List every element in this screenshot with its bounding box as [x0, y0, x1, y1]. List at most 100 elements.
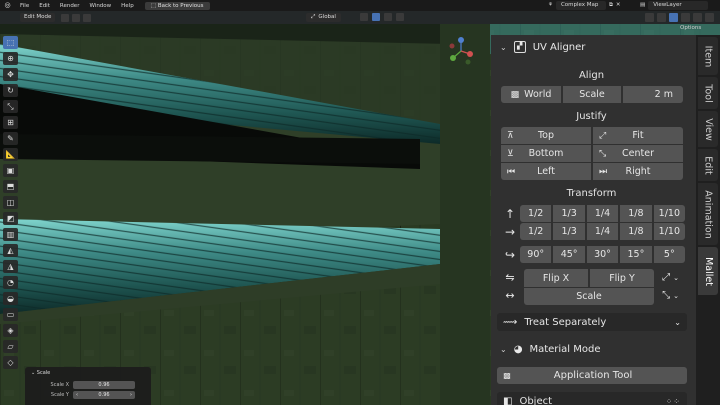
frac-up-button[interactable]: 1/2 [520, 205, 552, 222]
delete-scene-icon[interactable]: ✕ [616, 1, 621, 10]
menu-edit[interactable]: Edit [39, 3, 50, 9]
select-box-icon[interactable]: ⬚ [3, 36, 18, 49]
shrink-dropdown[interactable]: ⤡ ⌄ [656, 287, 685, 305]
scale-y-row: Scale Y ‹ 0.96 › [25, 390, 151, 399]
view-layer-selector[interactable]: ▤ ViewLayer [640, 1, 709, 10]
grid-dots-icon[interactable]: ⁘⁘ [666, 397, 681, 405]
tab-animation[interactable]: Animation [698, 183, 718, 245]
justify-center-button[interactable]: ⤡ Center [593, 145, 683, 162]
menu-window[interactable]: Window [89, 3, 111, 9]
rotation-button[interactable]: 5° [653, 246, 686, 263]
frac-right-button[interactable]: 1/3 [553, 223, 585, 240]
frac-up-button[interactable]: 1/10 [653, 205, 686, 222]
bevel-icon[interactable]: ◩ [3, 212, 18, 225]
edge-select-icon[interactable] [72, 13, 81, 22]
vertex-select-icon[interactable] [61, 13, 70, 22]
world-button[interactable]: ▩ World [501, 86, 561, 103]
rotation-button[interactable]: 90° [520, 246, 552, 263]
shear-icon[interactable]: ▱ [3, 340, 18, 353]
add-cube-icon[interactable]: ▣ [3, 164, 18, 177]
flip-y-button[interactable]: Flip Y [590, 269, 654, 287]
pivot-icon[interactable] [360, 13, 368, 21]
view-layer-field[interactable]: ViewLayer [648, 1, 709, 10]
solid-shading-icon[interactable] [681, 13, 690, 22]
options-button[interactable]: Options [680, 25, 701, 31]
scale-icon[interactable]: ⤡ [3, 100, 18, 113]
cursor-icon[interactable]: ⊕ [3, 52, 18, 65]
uv-aligner-header[interactable]: ⌄ ▞ UV Aligner [500, 36, 585, 58]
center-icon: ⤡ [599, 148, 607, 159]
justify-fit-button[interactable]: ⤢ Fit [593, 127, 683, 144]
menu-file[interactable]: File [20, 3, 29, 9]
move-icon[interactable]: ✥ [3, 68, 18, 81]
frac-right-button[interactable]: 1/10 [653, 223, 686, 240]
transform-icon[interactable]: ⊞ [3, 116, 18, 129]
proportional-edit-icon[interactable] [396, 13, 404, 21]
scene-name-field[interactable]: Complex Map [555, 1, 606, 10]
treat-separately-dropdown[interactable]: ⟿ Treat Separately ⌄ [497, 313, 687, 331]
copy-scene-icon[interactable]: ⧉ [609, 1, 613, 10]
operator-title[interactable]: ⌄ Scale [25, 367, 151, 379]
frac-up-button[interactable]: 1/4 [586, 205, 619, 222]
rendered-shading-icon[interactable] [705, 13, 714, 22]
xray-icon[interactable] [669, 13, 678, 22]
transform-scale-button[interactable]: Scale [524, 288, 654, 305]
tab-item[interactable]: Item [698, 37, 718, 75]
edge-slide-icon[interactable]: ▭ [3, 308, 18, 321]
inset-icon[interactable]: ◫ [3, 196, 18, 209]
shrink-fatten-icon[interactable]: ◈ [3, 324, 18, 337]
rotation-button[interactable]: 30° [586, 246, 619, 263]
snap-target-icon[interactable] [384, 13, 392, 21]
frac-right-button[interactable]: 1/2 [520, 223, 552, 240]
navigation-gizmo[interactable] [446, 36, 476, 66]
justify-top-button[interactable]: ⊼ Top [501, 127, 591, 144]
application-tool-button[interactable]: ▩ Application Tool [497, 367, 687, 384]
expand-dropdown[interactable]: ⤢ ⌄ [656, 269, 685, 287]
frac-right-button[interactable]: 1/8 [620, 223, 652, 240]
frac-up-button[interactable]: 1/8 [620, 205, 652, 222]
scene-selector[interactable]: ⚘ Complex Map ⧉ ✕ [548, 1, 620, 10]
justify-bottom-button[interactable]: ⊻ Bottom [501, 145, 591, 162]
scale-value-field[interactable]: 2 m [623, 86, 683, 103]
loop-cut-icon[interactable]: ▥ [3, 228, 18, 241]
back-to-previous-button[interactable]: ⬚ Back to Previous [144, 1, 210, 10]
tab-mallet[interactable]: Mallet [698, 247, 718, 295]
material-mode-header[interactable]: ⌄ ◕ Material Mode [500, 338, 601, 360]
smooth-icon[interactable]: ◒ [3, 292, 18, 305]
material-shading-icon[interactable] [693, 13, 702, 22]
blender-logo-icon[interactable]: ◎ [3, 1, 12, 10]
visibility-icon[interactable] [645, 13, 654, 22]
transform-title: Transform [566, 188, 617, 199]
orientation-icon: ⤢ [311, 14, 316, 20]
justify-left-button[interactable]: ⏮ Left [501, 163, 591, 180]
flip-x-button[interactable]: Flip X [524, 269, 588, 287]
poly-build-icon[interactable]: ◮ [3, 260, 18, 273]
rotate-icon[interactable]: ↻ [3, 84, 18, 97]
rotation-button[interactable]: 15° [620, 246, 652, 263]
scale-x-field[interactable]: 0.96 [73, 380, 135, 389]
measure-icon[interactable]: 📐 [3, 148, 18, 161]
scale-y-field[interactable]: ‹ 0.96 › [73, 390, 135, 399]
frac-right-button[interactable]: 1/4 [586, 223, 619, 240]
snap-icon[interactable] [372, 13, 380, 21]
fractions-right-row: → 1/2 1/3 1/4 1/8 1/10 [500, 223, 686, 240]
tab-tool[interactable]: Tool [698, 77, 718, 109]
knife-icon[interactable]: ◭ [3, 244, 18, 257]
tab-edit[interactable]: Edit [698, 149, 718, 181]
annotate-icon[interactable]: ✎ [3, 132, 18, 145]
frac-up-button[interactable]: 1/3 [553, 205, 585, 222]
tab-view[interactable]: View [698, 111, 718, 147]
spin-icon[interactable]: ◔ [3, 276, 18, 289]
object-selector[interactable]: ◧ Object ⁘⁘ [497, 392, 687, 405]
menu-render[interactable]: Render [60, 3, 80, 9]
extrude-icon[interactable]: ⬒ [3, 180, 18, 193]
menu-help[interactable]: Help [121, 3, 134, 9]
scale-label-button[interactable]: Scale [563, 86, 621, 103]
orientation-selector[interactable]: ⤢ Global [306, 13, 341, 22]
face-select-icon[interactable] [83, 13, 92, 22]
overlay-icon[interactable] [657, 13, 666, 22]
justify-right-button[interactable]: ⏭ Right [593, 163, 683, 180]
rotation-button[interactable]: 45° [553, 246, 585, 263]
rip-icon[interactable]: ◇ [3, 356, 18, 369]
mode-selector[interactable]: Edit Mode [20, 13, 56, 22]
